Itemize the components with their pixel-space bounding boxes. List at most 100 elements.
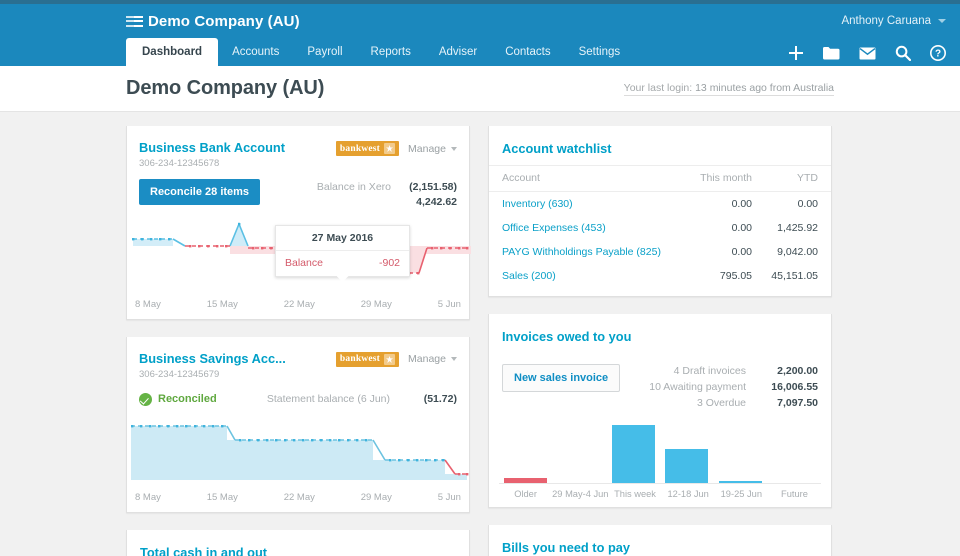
bar-label: 19-25 Jun (715, 489, 768, 499)
manage-bank-account-menu[interactable]: Manage (408, 143, 457, 155)
bank-account-number: 306-234-12345678 (139, 158, 285, 169)
tab-reports[interactable]: Reports (357, 38, 425, 66)
bar-column-29may-4jun[interactable] (553, 422, 607, 483)
total-cash-title[interactable]: Total cash in and out (127, 533, 469, 556)
page-titlebar: Demo Company (AU) Your last login: 13 mi… (0, 66, 960, 112)
table-row: PAYG Withholdings Payable (825) 0.00 9,0… (489, 240, 831, 264)
bar-older (504, 478, 547, 483)
watchlist-ytd: 45,151.05 (765, 264, 831, 288)
tab-payroll[interactable]: Payroll (293, 38, 356, 66)
awaiting-payment-label: 10 Awaiting payment (649, 380, 746, 396)
savings-chart-axis: 8 May 15 May 22 May 29 May 5 Jun (127, 487, 469, 512)
bankwest-logo: bankwest (336, 141, 399, 156)
bar-column-older[interactable] (499, 422, 553, 483)
axis-tick: 15 May (207, 492, 238, 503)
last-login-value: 13 minutes ago from Australia (695, 82, 834, 94)
table-row: Inventory (630) 0.00 0.00 (489, 192, 831, 217)
bar-column-this-week[interactable] (606, 422, 660, 483)
column-header-ytd: YTD (765, 166, 831, 192)
tab-dashboard[interactable]: Dashboard (126, 38, 218, 66)
summary-row: 3 Overdue 7,097.50 (649, 396, 818, 412)
statement-balance-value: 4,242.62 (401, 195, 457, 210)
watchlist-ytd: 0.00 (765, 192, 831, 217)
bar-12-18jun (665, 449, 708, 483)
savings-account-header: Business Savings Acc... 306-234-12345679… (127, 340, 469, 384)
manage-label: Manage (408, 143, 446, 155)
invoices-bar-chart[interactable]: Older 29 May-4 Jun This week 12-18 Jun 1… (489, 412, 831, 507)
tooltip-row: Balance -902 (276, 251, 409, 276)
invoices-summary-body: New sales invoice 4 Draft invoices 2,200… (489, 353, 831, 412)
organisation-name[interactable]: Demo Company (AU) (148, 13, 300, 30)
invoices-owed-title[interactable]: Invoices owed to you (489, 317, 831, 353)
savings-account-name[interactable]: Business Savings Acc... (139, 351, 286, 367)
account-watchlist-title[interactable]: Account watchlist (489, 129, 831, 165)
watchlist-account-link[interactable]: Inventory (630) (489, 192, 693, 217)
balance-row-secondary: 4,242.62 (317, 195, 457, 210)
watchlist-ytd: 1,425.92 (765, 216, 831, 240)
reconcile-button[interactable]: Reconcile 28 items (139, 179, 260, 205)
watchlist-header-row: Account This month YTD (489, 166, 831, 192)
balance-row: Balance in Xero (2,151.58) (317, 180, 457, 195)
card-spacer (489, 288, 831, 296)
manage-savings-account-menu[interactable]: Manage (408, 353, 457, 365)
awaiting-payment-value: 16,006.55 (760, 380, 818, 396)
dashboard-column-right: Account watchlist Account This month YTD… (488, 126, 832, 556)
savings-balance-chart[interactable]: 8 May 15 May 22 May 29 May 5 Jun (127, 416, 469, 512)
savings-account-header-right: bankwest Manage (336, 351, 457, 367)
watchlist-account-link[interactable]: Office Expenses (453) (489, 216, 693, 240)
tab-contacts[interactable]: Contacts (491, 38, 564, 66)
invoices-bar-labels: Older 29 May-4 Jun This week 12-18 Jun 1… (499, 484, 821, 507)
manage-label: Manage (408, 353, 446, 365)
dashboard-content: Business Bank Account 306-234-12345678 b… (0, 112, 960, 556)
tooltip-value: -902 (379, 257, 400, 269)
overdue-value: 7,097.50 (760, 396, 818, 412)
nav-tabs: Dashboard Accounts Payroll Reports Advis… (126, 38, 634, 66)
watchlist-account-link[interactable]: Sales (200) (489, 264, 693, 288)
hamburger-icon[interactable] (126, 16, 139, 27)
bar-column-19-25jun[interactable] (714, 422, 768, 483)
help-icon[interactable]: ? (930, 45, 946, 61)
axis-tick: 15 May (207, 299, 238, 310)
bankwest-mark-icon (384, 143, 395, 154)
bar-column-future[interactable] (767, 422, 821, 483)
search-icon[interactable] (895, 45, 911, 61)
page-title: Demo Company (AU) (126, 77, 324, 100)
dashboard-column-left: Business Bank Account 306-234-12345678 b… (126, 126, 470, 556)
balance-in-xero-value: (2,151.58) (401, 180, 457, 195)
envelope-icon[interactable] (859, 47, 876, 60)
axis-tick: 29 May (361, 492, 392, 503)
tab-adviser[interactable]: Adviser (425, 38, 491, 66)
folder-icon[interactable] (823, 46, 840, 60)
table-row: Office Expenses (453) 0.00 1,425.92 (489, 216, 831, 240)
last-login-text: Your last login: 13 minutes ago from Aus… (624, 82, 834, 96)
reconciled-status: Reconciled (139, 393, 217, 406)
user-menu[interactable]: Anthony Caruana (841, 15, 946, 27)
svg-text:?: ? (935, 49, 941, 60)
xero-dashboard-app: Demo Company (AU) Anthony Caruana Dashbo… (0, 0, 960, 556)
draft-invoices-value: 2,200.00 (760, 364, 818, 380)
watchlist-this-month: 0.00 (693, 240, 765, 264)
tab-settings[interactable]: Settings (565, 38, 635, 66)
watchlist-account-link[interactable]: PAYG Withholdings Payable (825) (489, 240, 693, 264)
watchlist-this-month: 0.00 (693, 216, 765, 240)
statement-balance-row: Statement balance (6 Jun) (51.72) (267, 393, 457, 405)
bank-account-header: Business Bank Account 306-234-12345678 b… (127, 129, 469, 173)
statement-balance-label: Statement balance (6 Jun) (267, 393, 390, 405)
balance-in-xero-label: Balance in Xero (317, 180, 391, 195)
check-circle-icon (139, 393, 152, 406)
draft-invoices-label: 4 Draft invoices (674, 364, 746, 380)
bar-column-12-18jun[interactable] (660, 422, 714, 483)
bankwest-label: bankwest (340, 144, 380, 154)
axis-tick: 29 May (361, 299, 392, 310)
new-sales-invoice-button[interactable]: New sales invoice (502, 364, 620, 392)
header-top-row: Demo Company (AU) Anthony Caruana (0, 4, 960, 38)
bank-account-card: Business Bank Account 306-234-12345678 b… (126, 126, 470, 320)
bills-to-pay-title[interactable]: Bills you need to pay (489, 528, 831, 556)
watchlist-ytd: 9,042.00 (765, 240, 831, 264)
tab-accounts[interactable]: Accounts (218, 38, 293, 66)
savings-balance-chart-svg (127, 416, 471, 482)
watchlist-this-month: 0.00 (693, 192, 765, 217)
bank-account-name[interactable]: Business Bank Account (139, 140, 285, 156)
bar-label: This week (608, 489, 661, 499)
plus-icon[interactable] (788, 45, 804, 61)
